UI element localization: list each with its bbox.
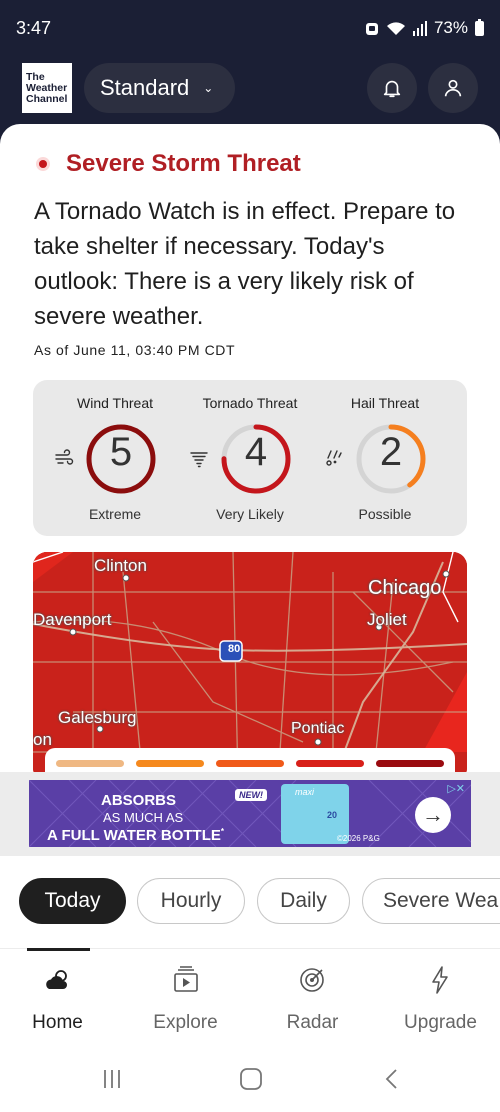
weather-channel-logo[interactable]: The Weather Channel	[22, 63, 72, 113]
legend-swatch	[376, 760, 444, 767]
app-header: The Weather Channel Standard ⌄	[0, 58, 500, 124]
alert-dot-icon	[36, 157, 50, 171]
alarm-icon	[365, 23, 378, 35]
main-content: Severe Storm Threat A Tornado Watch is i…	[0, 124, 500, 772]
ad-headline: ABSORBS	[101, 792, 177, 809]
hail-icon	[326, 450, 342, 466]
wifi-icon	[386, 21, 405, 35]
threat-label: Wind Threat	[77, 395, 153, 411]
map-city-label: Pontiac	[291, 720, 345, 737]
ad-tm: *	[220, 827, 224, 836]
status-bar: 3:47 73%	[0, 0, 500, 58]
hail-threat: Hail Threat 2 Possible	[315, 380, 455, 536]
nav-explore[interactable]: Explore	[123, 949, 248, 1043]
legend-swatch	[56, 760, 124, 767]
legend-swatch	[136, 760, 204, 767]
highway-shield: 80	[228, 643, 241, 655]
threat-label: Hail Threat	[350, 395, 420, 411]
map-city-label: Davenport	[33, 610, 112, 629]
threat-level: Very Likely	[216, 506, 284, 522]
system-navigation-bar	[0, 1042, 500, 1112]
recent-apps-icon	[104, 1070, 120, 1088]
nav-upgrade[interactable]: Upgrade	[378, 949, 500, 1043]
threat-value: 4	[244, 430, 268, 474]
nav-label: Upgrade	[404, 1012, 477, 1033]
nav-label: Explore	[153, 1012, 218, 1033]
chevron-down-icon: ⌄	[203, 81, 214, 95]
bell-icon	[383, 80, 401, 98]
alert-header[interactable]: Severe Storm Threat	[36, 150, 301, 178]
ad-product-brand: maxi	[295, 787, 315, 797]
ad-product-count: 20	[327, 810, 338, 820]
status-time: 3:47	[16, 18, 52, 38]
ad-tagline-text: A FULL WATER BOTTLE	[47, 827, 221, 844]
ad-new-badge: NEW!	[235, 789, 267, 801]
video-play-icon	[174, 966, 198, 992]
wind-threat: Wind Threat 5 Extreme	[45, 380, 185, 536]
ad-tagline: A FULL WATER BOTTLE*	[47, 827, 224, 844]
ad-subline: AS MUCH AS	[103, 810, 184, 825]
alert-title: Severe Storm Threat	[66, 150, 301, 177]
bottom-navigation: Home Explore Radar Upgrade	[0, 948, 500, 1042]
threat-level: Extreme	[88, 506, 142, 522]
map-city-label: Galesburg	[58, 708, 137, 727]
radar-icon	[300, 968, 324, 992]
alert-description: A Tornado Watch is in effect. Prepare to…	[34, 198, 456, 330]
logo-line-3: Channel	[26, 93, 68, 105]
nav-label: Radar	[286, 1012, 339, 1033]
tab-hourly[interactable]: Hourly	[137, 878, 245, 924]
back-button[interactable]	[372, 1064, 412, 1094]
tab-daily[interactable]: Daily	[257, 878, 350, 924]
severe-weather-map[interactable]: 80 Clinton Chicago Davenport Joliet Gale…	[33, 552, 467, 772]
recent-apps-button[interactable]	[92, 1064, 132, 1094]
signal-icon	[412, 20, 427, 36]
map-city-label: on	[33, 730, 52, 749]
lightning-icon	[432, 966, 448, 994]
wind-icon	[55, 449, 74, 465]
ad-copyright: ©2026 P&G	[337, 834, 380, 843]
ad-choices-icon[interactable]: ▷✕	[447, 782, 465, 795]
tornado-icon	[190, 452, 208, 468]
battery-icon	[475, 18, 484, 36]
nav-label: Home	[32, 1012, 83, 1033]
threat-panel[interactable]: Wind Threat 5 Extreme Tornado Threat 4 V…	[33, 380, 467, 536]
arrow-right-icon[interactable]: →	[415, 797, 451, 833]
back-chevron-icon	[385, 1069, 397, 1089]
map-city-label: Clinton	[94, 556, 147, 575]
tab-today[interactable]: Today	[19, 878, 126, 924]
threat-label: Tornado Threat	[202, 395, 298, 411]
home-cloud-icon	[46, 970, 67, 989]
map-city-label: Chicago	[368, 577, 442, 599]
home-button[interactable]	[231, 1064, 271, 1094]
ad-banner[interactable]: ABSORBS AS MUCH AS A FULL WATER BOTTLE* …	[0, 772, 500, 856]
threat-value: 5	[109, 430, 133, 474]
battery-percent: 73%	[433, 18, 468, 37]
legend-swatch	[296, 760, 364, 767]
nav-radar[interactable]: Radar	[250, 949, 375, 1043]
nav-home[interactable]: Home	[0, 949, 120, 1043]
tornado-threat: Tornado Threat 4 Very Likely	[180, 380, 320, 536]
home-square-icon	[240, 1068, 262, 1090]
user-icon	[444, 79, 462, 97]
tab-severe-weather[interactable]: Severe Wea	[362, 878, 500, 924]
threat-value: 2	[379, 430, 403, 474]
profile-button[interactable]	[428, 63, 478, 113]
map-legend	[45, 748, 455, 772]
notifications-button[interactable]	[367, 63, 417, 113]
forecast-tabs: Today Hourly Daily Severe Wea	[0, 856, 500, 948]
legend-swatch	[216, 760, 284, 767]
unit-selector-label: Standard	[100, 75, 190, 100]
alert-timestamp: As of June 11, 03:40 PM CDT	[34, 342, 236, 358]
ad-creative[interactable]: ABSORBS AS MUCH AS A FULL WATER BOTTLE* …	[29, 780, 471, 847]
threat-level: Possible	[358, 506, 412, 522]
map-city-label: Joliet	[367, 610, 407, 629]
unit-selector-button[interactable]: Standard ⌄	[84, 63, 235, 113]
